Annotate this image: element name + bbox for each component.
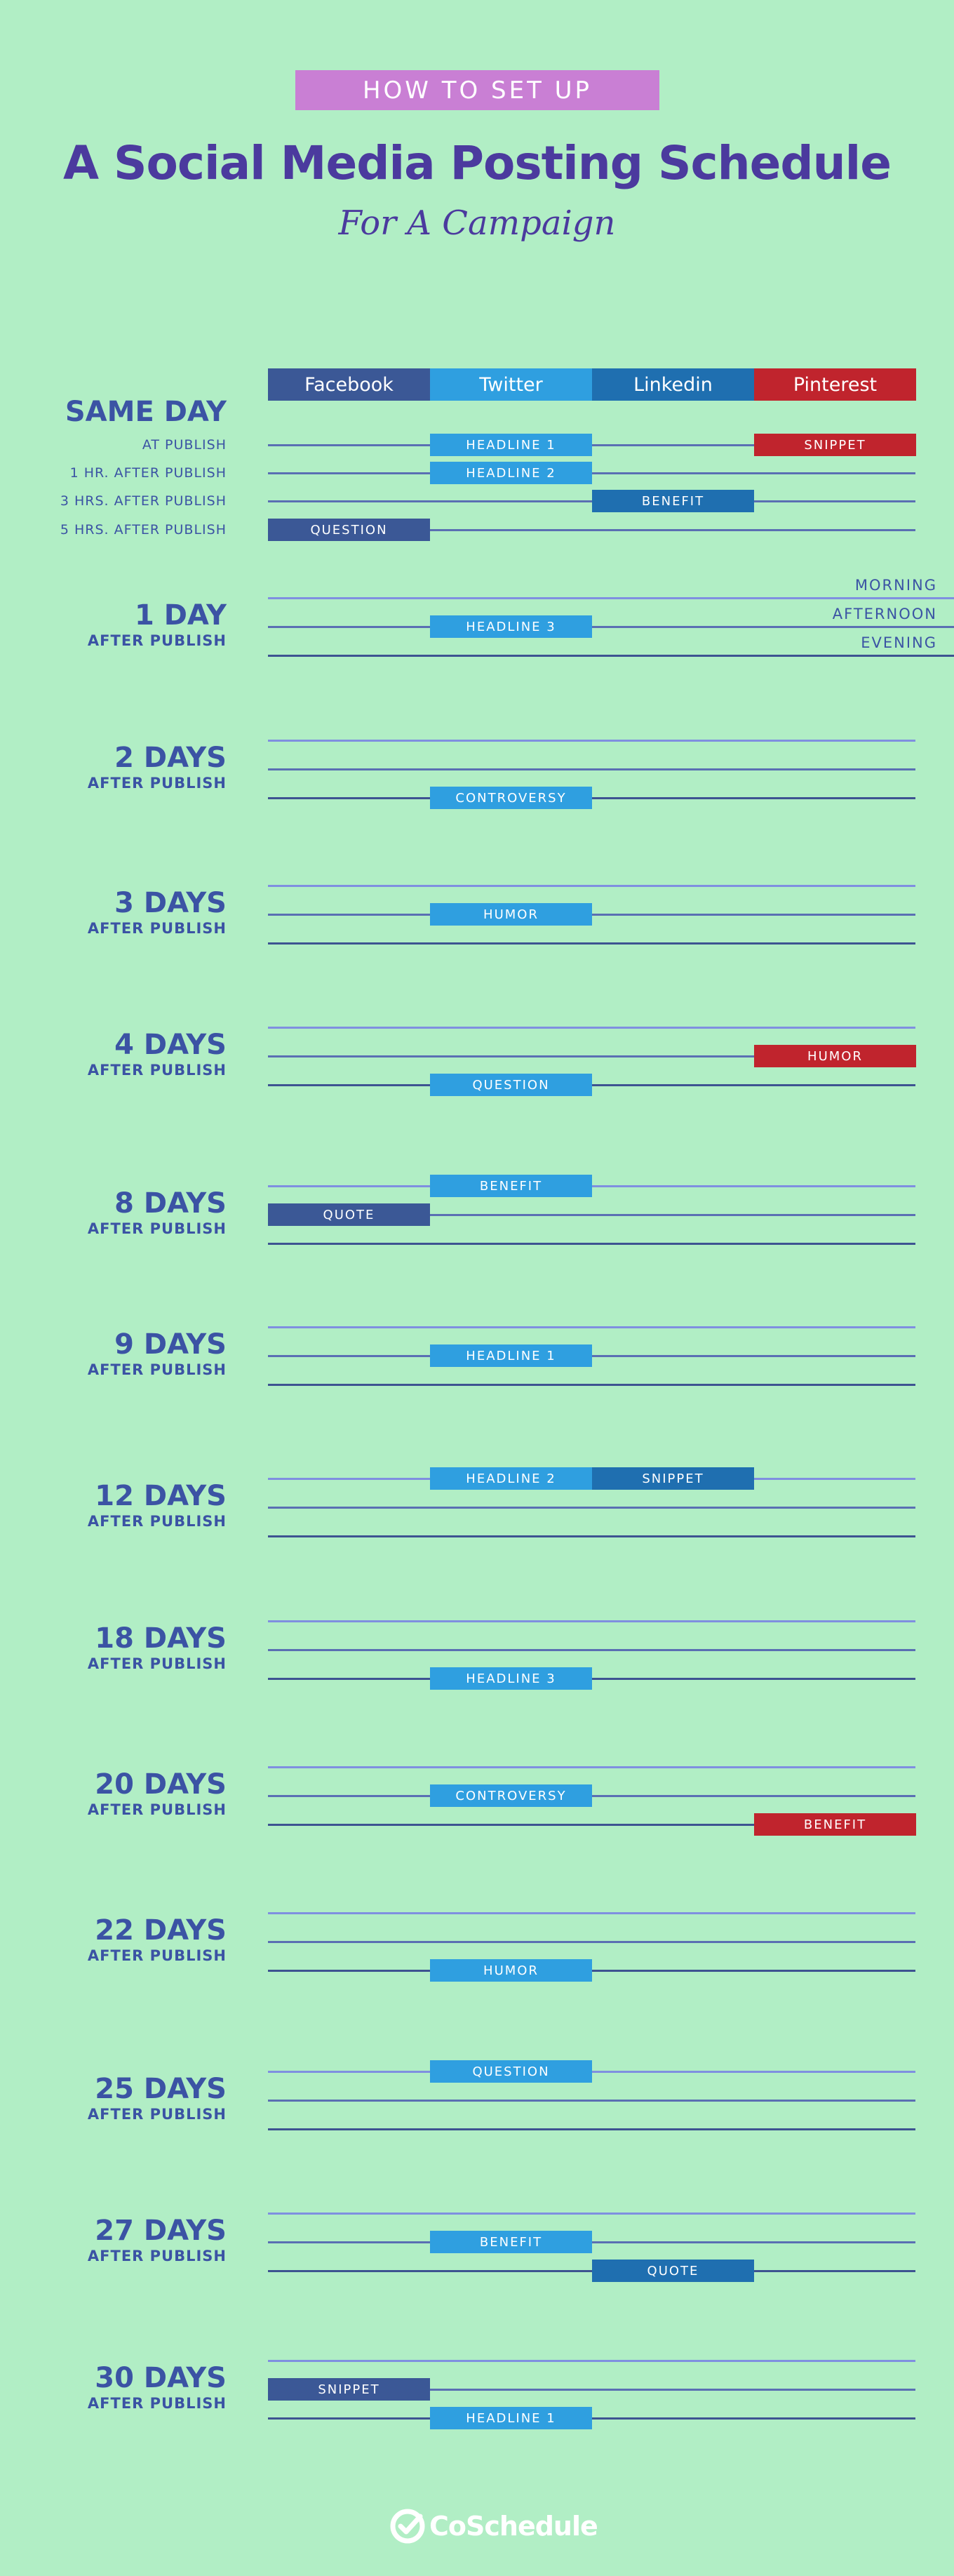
time-line — [268, 1535, 915, 1537]
time-line — [268, 1912, 915, 1914]
row-label: 1 HR. AFTER PUBLISH — [69, 465, 227, 481]
time-line — [268, 740, 915, 742]
time-line — [268, 2360, 915, 2362]
coschedule-check-icon — [390, 2509, 425, 2544]
banner: HOW TO SET UP — [295, 70, 659, 110]
day-subtitle: AFTER PUBLISH — [87, 1801, 227, 1818]
page-title: A Social Media Posting Schedule — [62, 136, 892, 190]
time-line — [268, 1649, 915, 1651]
day-subtitle: AFTER PUBLISH — [87, 1220, 227, 1237]
time-line — [268, 942, 915, 945]
time-line — [268, 626, 954, 628]
day-title: SAME DAY — [65, 396, 227, 428]
day-subtitle: AFTER PUBLISH — [87, 1655, 227, 1672]
post-facebook: QUESTION — [268, 519, 430, 541]
time-line — [268, 1027, 915, 1029]
day-title: 20 DAYS — [95, 1768, 227, 1801]
time-of-day-label: AFTERNOON — [832, 606, 937, 622]
day-title: 3 DAYS — [114, 887, 227, 919]
post-twitter: QUESTION — [430, 2060, 592, 2083]
time-line — [268, 2100, 915, 2102]
time-of-day-label: MORNING — [854, 577, 937, 594]
time-line — [268, 1766, 915, 1768]
post-twitter: QUESTION — [430, 1074, 592, 1096]
day-subtitle: AFTER PUBLISH — [87, 2106, 227, 2123]
column-header-pinterest: Pinterest — [754, 368, 916, 401]
day-subtitle: AFTER PUBLISH — [87, 920, 227, 937]
post-twitter: HEADLINE 2 — [430, 1467, 592, 1490]
logo-text: CoSchedule — [429, 2511, 598, 2542]
day-title: 22 DAYS — [95, 1914, 227, 1947]
day-subtitle: AFTER PUBLISH — [87, 1062, 227, 1079]
day-subtitle: AFTER PUBLISH — [87, 2395, 227, 2412]
day-subtitle: AFTER PUBLISH — [87, 1361, 227, 1378]
post-twitter: HEADLINE 1 — [430, 434, 592, 456]
row-label: 3 HRS. AFTER PUBLISH — [60, 493, 227, 509]
row-label: 5 HRS. AFTER PUBLISH — [60, 522, 227, 538]
day-title: 8 DAYS — [114, 1187, 227, 1220]
column-header-facebook: Facebook — [268, 368, 430, 401]
post-linkedin: BENEFIT — [592, 490, 754, 512]
day-title: 27 DAYS — [95, 2215, 227, 2247]
day-title: 2 DAYS — [114, 742, 227, 774]
coschedule-logo: CoSchedule — [390, 2508, 598, 2544]
day-title: 25 DAYS — [95, 2073, 227, 2105]
time-line — [268, 1941, 915, 1943]
time-line — [268, 2128, 915, 2130]
day-title: 12 DAYS — [95, 1480, 227, 1512]
post-twitter: HUMOR — [430, 1959, 592, 1982]
day-subtitle: AFTER PUBLISH — [87, 775, 227, 792]
post-facebook: SNIPPET — [268, 2378, 430, 2401]
post-linkedin: QUOTE — [592, 2260, 754, 2282]
time-line — [268, 2213, 915, 2215]
day-title: 18 DAYS — [95, 1622, 227, 1655]
page-subtitle: For A Campaign — [338, 203, 616, 243]
day-title: 30 DAYS — [95, 2362, 227, 2394]
day-title: 9 DAYS — [114, 1328, 227, 1361]
infographic: HOW TO SET UP A Social Media Posting Sch… — [0, 0, 954, 2576]
post-twitter: HUMOR — [430, 903, 592, 926]
post-twitter: CONTROVERSY — [430, 1784, 592, 1807]
post-facebook: QUOTE — [268, 1203, 430, 1226]
day-subtitle: AFTER PUBLISH — [87, 1947, 227, 1964]
time-of-day-label: EVENING — [861, 634, 937, 651]
day-title: 1 DAY — [134, 599, 227, 632]
day-subtitle: AFTER PUBLISH — [87, 632, 227, 649]
post-twitter: BENEFIT — [430, 1175, 592, 1197]
time-line — [268, 1326, 915, 1328]
time-line — [268, 597, 954, 599]
post-twitter: HEADLINE 1 — [430, 2407, 592, 2429]
day-subtitle: AFTER PUBLISH — [87, 1513, 227, 1530]
time-line — [268, 1243, 915, 1245]
post-twitter: HEADLINE 1 — [430, 1344, 592, 1367]
row-label: AT PUBLISH — [142, 437, 227, 453]
post-twitter: HEADLINE 2 — [430, 462, 592, 484]
day-subtitle: AFTER PUBLISH — [87, 2248, 227, 2264]
post-pinterest: HUMOR — [754, 1045, 916, 1067]
post-pinterest: SNIPPET — [754, 434, 916, 456]
post-twitter: CONTROVERSY — [430, 787, 592, 809]
time-line — [268, 655, 954, 657]
time-line — [268, 1384, 915, 1386]
post-linkedin: SNIPPET — [592, 1467, 754, 1490]
post-twitter: HEADLINE 3 — [430, 615, 592, 638]
post-twitter: BENEFIT — [430, 2231, 592, 2253]
time-line — [268, 885, 915, 887]
time-line — [268, 1620, 915, 1622]
column-header-twitter: Twitter — [430, 368, 592, 401]
day-title: 4 DAYS — [114, 1029, 227, 1061]
post-pinterest: BENEFIT — [754, 1813, 916, 1836]
time-line — [268, 1507, 915, 1509]
column-header-linkedin: Linkedin — [592, 368, 754, 401]
post-twitter: HEADLINE 3 — [430, 1667, 592, 1690]
time-line — [268, 768, 915, 770]
